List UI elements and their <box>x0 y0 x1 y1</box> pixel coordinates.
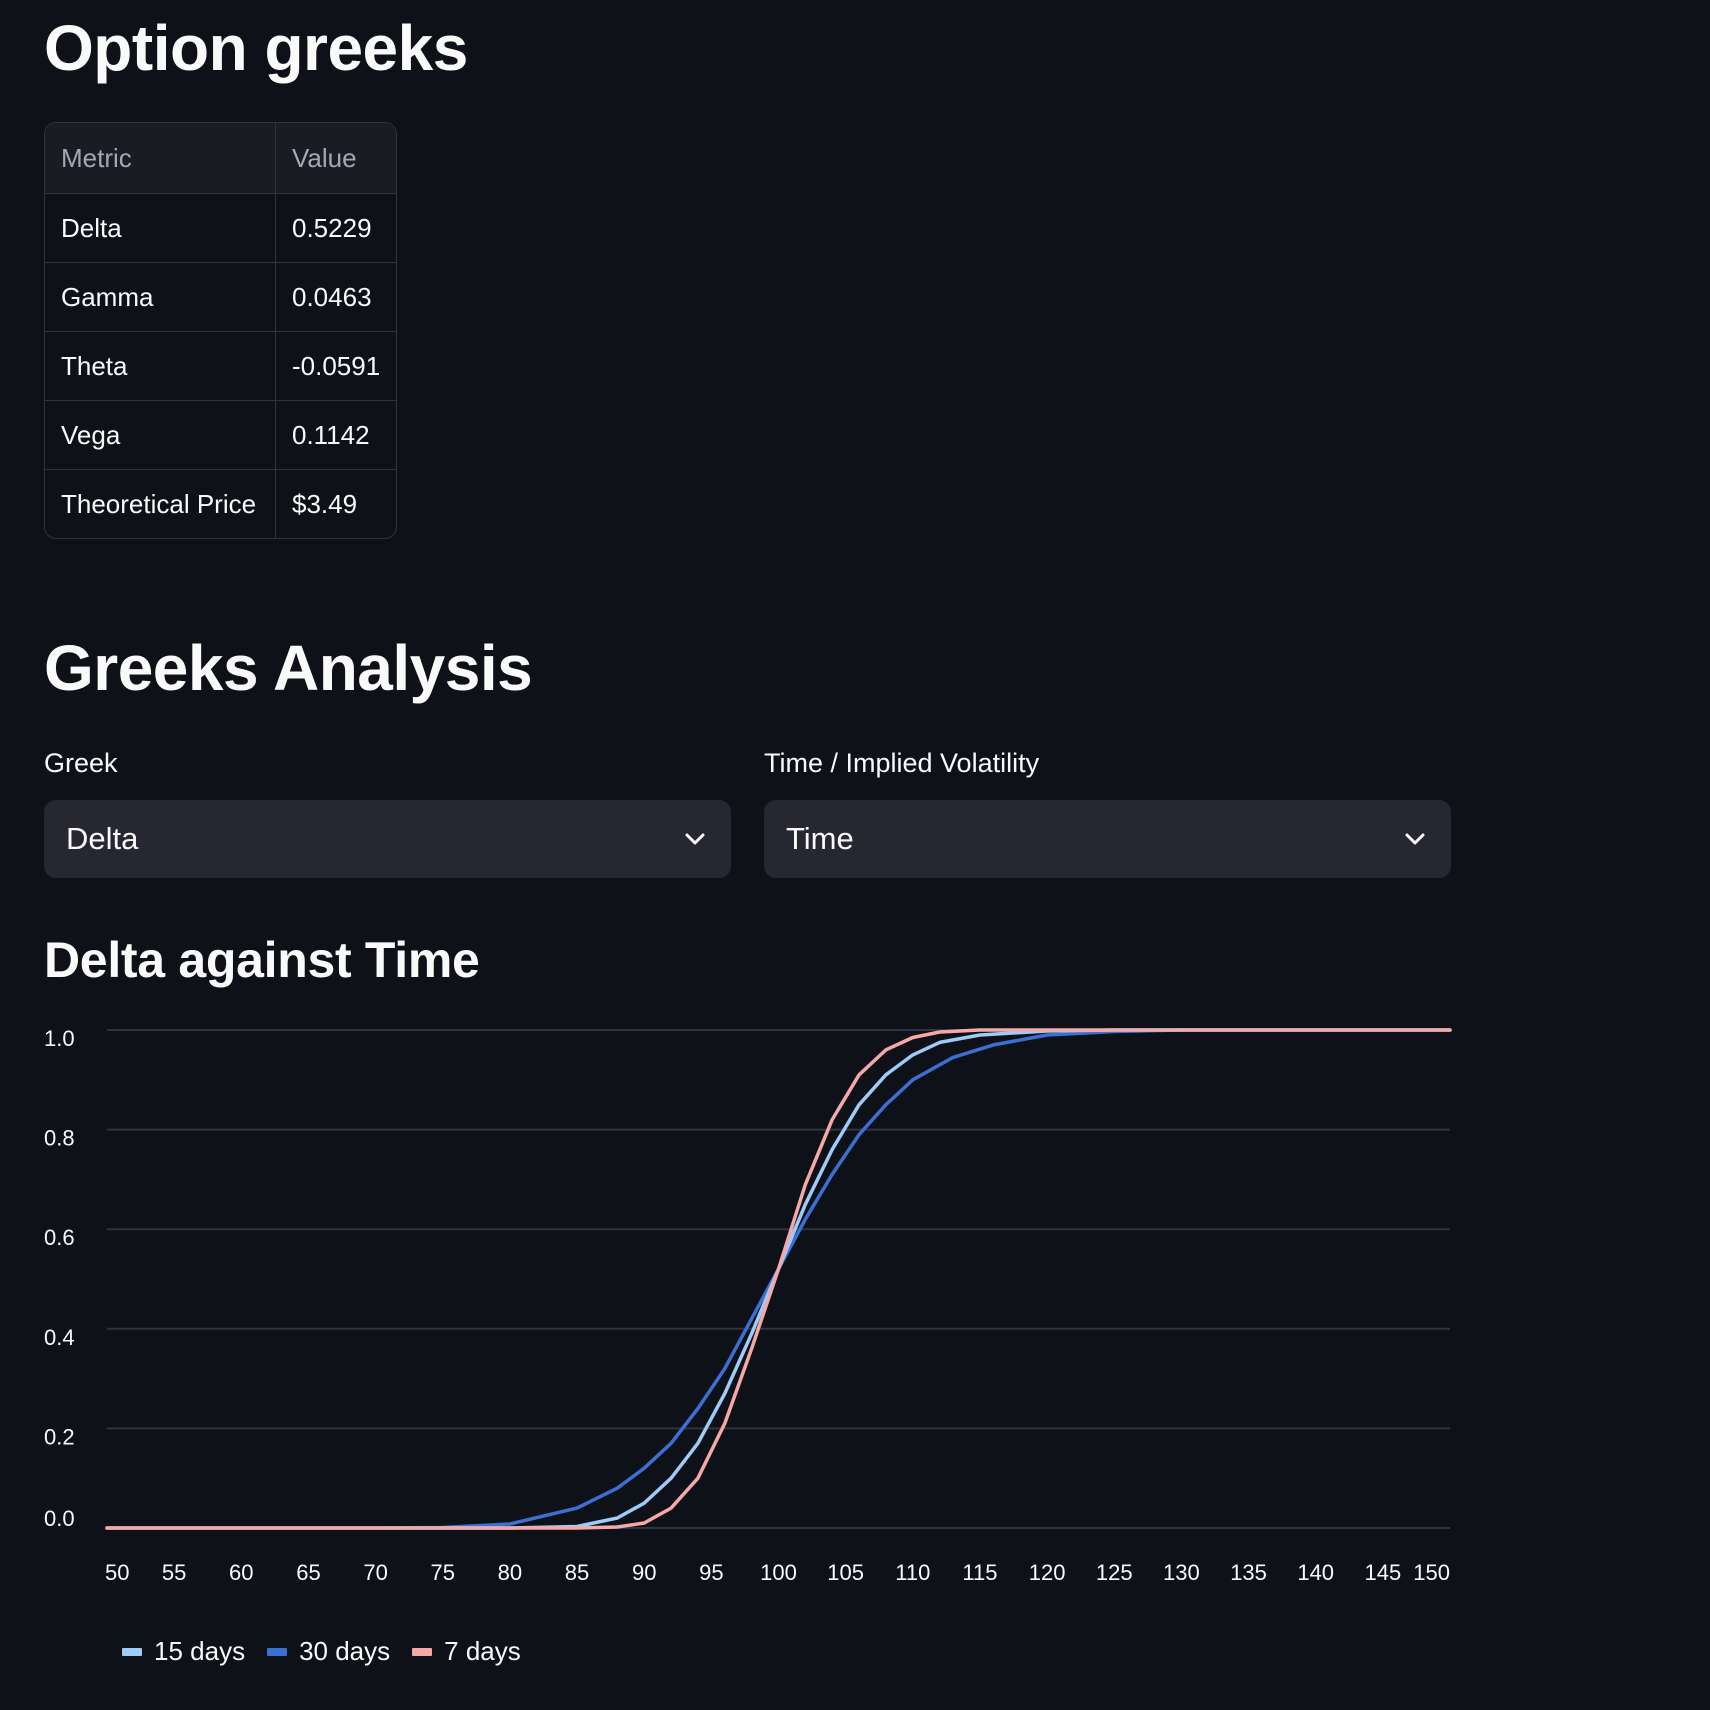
series-line-15-days <box>105 1028 1452 1530</box>
legend-item[interactable]: 15 days <box>122 1636 245 1667</box>
legend-label: 7 days <box>444 1636 521 1666</box>
x-tick-label: 90 <box>632 1560 656 1585</box>
column-header-value[interactable]: Value <box>276 123 397 194</box>
series-line-7-days <box>105 1028 1452 1530</box>
y-tick-label: 0.2 <box>44 1424 75 1449</box>
metric-cell[interactable]: Delta <box>45 194 276 263</box>
value-cell[interactable]: -0.0591 <box>276 332 397 401</box>
metric-cell[interactable]: Theta <box>45 332 276 401</box>
x-tick-label: 80 <box>498 1560 522 1585</box>
legend-swatch-7-days <box>412 1647 433 1656</box>
mode-select-value: Time <box>786 821 854 856</box>
x-tick-label: 135 <box>1230 1560 1267 1585</box>
y-tick-label: 0.0 <box>44 1506 75 1531</box>
value-cell[interactable]: 0.5229 <box>276 194 397 263</box>
chart-legend: 15 days 30 days 7 days <box>122 1636 521 1667</box>
chevron-down-icon <box>683 827 707 851</box>
x-tick-label: 100 <box>760 1560 797 1585</box>
greek-select-label: Greek <box>44 748 118 778</box>
x-tick-label: 110 <box>895 1560 930 1585</box>
value-cell[interactable]: 0.1142 <box>276 401 397 470</box>
y-tick-label: 1.0 <box>44 1026 75 1051</box>
x-tick-label: 50 <box>105 1560 129 1585</box>
x-tick-label: 55 <box>162 1560 186 1585</box>
mode-select-label: Time / Implied Volatility <box>764 748 1040 778</box>
legend-item[interactable]: 7 days <box>412 1636 521 1667</box>
x-tick-label: 105 <box>827 1560 864 1585</box>
x-tick-label: 130 <box>1163 1560 1200 1585</box>
table-row: Delta 0.5229 <box>45 194 397 263</box>
table-header-row: Metric Value <box>45 123 397 194</box>
x-tick-label: 120 <box>1029 1560 1066 1585</box>
metric-cell[interactable]: Vega <box>45 401 276 470</box>
legend-item[interactable]: 30 days <box>267 1636 390 1667</box>
series-line-30-days <box>105 1028 1452 1530</box>
greek-select-value: Delta <box>66 821 139 856</box>
section-title: Greeks Analysis <box>44 632 533 704</box>
column-header-metric[interactable]: Metric <box>45 123 276 194</box>
value-cell[interactable]: 0.0463 <box>276 263 397 332</box>
value-cell[interactable]: $3.49 <box>276 470 396 538</box>
streamlit-page: Option greeks Metric Value Delta 0.5229 … <box>0 0 1710 1710</box>
x-tick-label: 75 <box>431 1560 455 1585</box>
x-tick-label: 85 <box>565 1560 589 1585</box>
y-tick-label: 0.8 <box>44 1126 75 1151</box>
chart-title: Delta against Time <box>44 932 480 988</box>
greek-select[interactable]: Delta <box>44 800 731 878</box>
legend-swatch-30-days <box>267 1647 288 1656</box>
x-tick-label: 115 <box>962 1560 997 1585</box>
x-tick-label: 95 <box>699 1560 723 1585</box>
delta-line-chart[interactable]: 0.0 0.2 0.4 0.6 0.8 1.0 50 55 60 65 70 75 80 85 90 95 10… <box>0 1010 1710 1710</box>
x-tick-label: 150 <box>1413 1560 1450 1585</box>
legend-label: 30 days <box>299 1636 391 1666</box>
legend-swatch-15-days <box>122 1647 142 1656</box>
table-row: Theta -0.0591 <box>45 332 397 401</box>
chevron-down-icon <box>1403 827 1427 851</box>
table-row: Vega 0.1142 <box>45 401 397 470</box>
y-tick-label: 0.6 <box>44 1225 75 1250</box>
x-tick-label: 145 <box>1364 1560 1401 1585</box>
y-tick-label: 0.4 <box>44 1325 75 1350</box>
x-tick-label: 65 <box>296 1560 320 1585</box>
metric-cell[interactable]: Theoretical Price <box>45 470 276 538</box>
page-title: Option greeks <box>44 12 468 84</box>
x-tick-label: 70 <box>363 1560 387 1585</box>
legend-label: 15 days <box>154 1636 246 1666</box>
x-tick-label: 140 <box>1297 1560 1334 1585</box>
metric-cell[interactable]: Gamma <box>45 263 276 332</box>
table-row: Gamma 0.0463 <box>45 263 397 332</box>
x-tick-label: 60 <box>229 1560 253 1585</box>
x-tick-label: 125 <box>1096 1560 1133 1585</box>
mode-select[interactable]: Time <box>764 800 1451 878</box>
table-row: Theoretical Price $3.49 <box>45 470 396 538</box>
greeks-table: Metric Value Delta 0.5229 Gamma 0.0463 T… <box>44 122 398 539</box>
